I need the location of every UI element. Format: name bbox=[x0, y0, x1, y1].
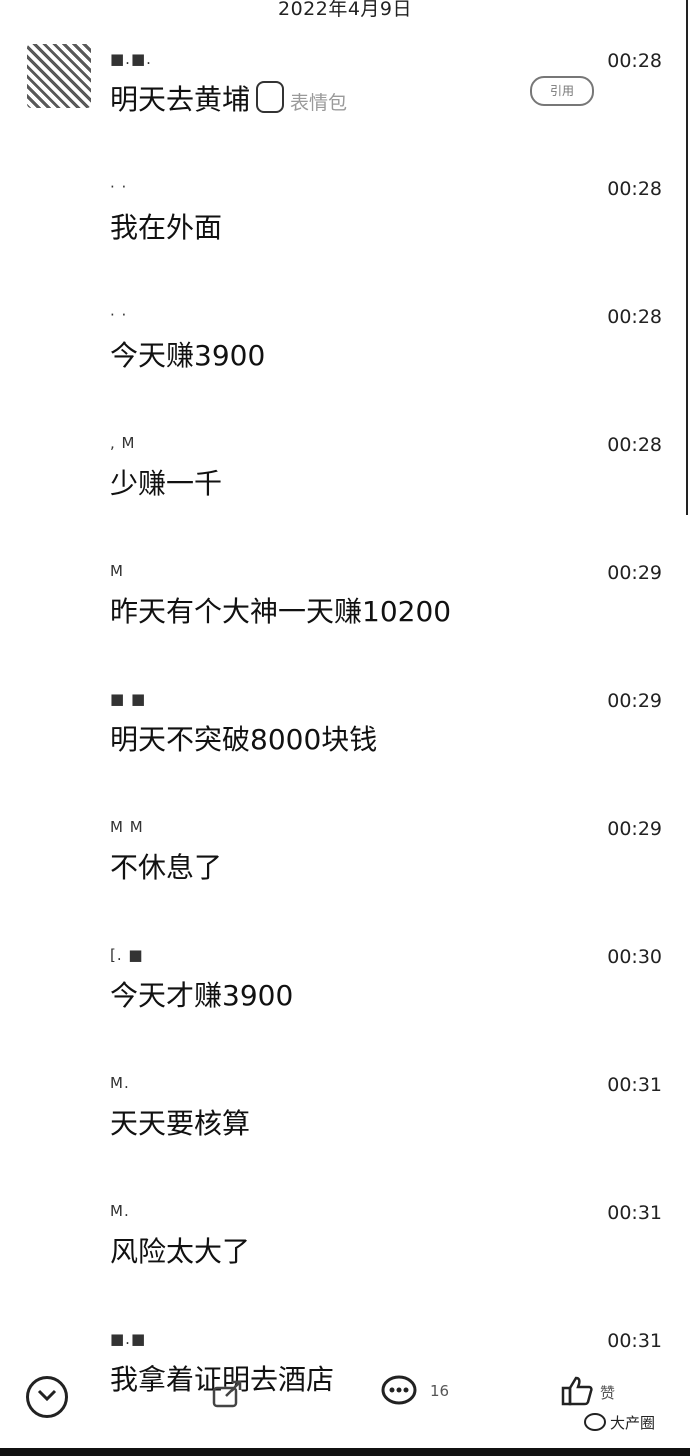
chevron-down-icon bbox=[37, 1389, 57, 1401]
sender-name: ■ ■ bbox=[110, 690, 147, 708]
sender-name: [. ■ bbox=[110, 946, 144, 964]
message-text: 天天要核算 bbox=[110, 1107, 251, 1140]
quote-button[interactable]: 引用 bbox=[530, 76, 594, 106]
sticker-icon bbox=[256, 81, 285, 113]
message-text-body: 明天去黄埔 bbox=[110, 83, 251, 116]
share-button[interactable] bbox=[210, 1378, 246, 1408]
sender-name: , M bbox=[110, 434, 136, 452]
share-icon bbox=[212, 1380, 242, 1408]
message-row: [. ■ 00:30 今天才赚3900 bbox=[0, 946, 690, 1074]
message-text: 风险太大了 bbox=[110, 1235, 251, 1268]
message-row: · · 00:28 今天赚3900 bbox=[0, 306, 690, 434]
message-row: · · 00:28 我在外面 bbox=[0, 178, 690, 306]
watermark-text: 大产圈 bbox=[610, 1414, 656, 1432]
comment-button[interactable] bbox=[380, 1374, 418, 1408]
sender-name: M M bbox=[110, 818, 144, 836]
comment-icon bbox=[381, 1375, 417, 1405]
message-row: , M 00:28 少赚一千 bbox=[0, 434, 690, 562]
sender-name: M. bbox=[110, 1074, 130, 1092]
message-text: 不休息了 bbox=[110, 851, 223, 884]
message-row: M M 00:29 不休息了 bbox=[0, 818, 690, 946]
chat-screen: 2022年4月9日 ■.■. 00:28 明天去黄埔 表情包 引用 · · 00:… bbox=[0, 0, 690, 1456]
bottom-action-bar: 16 赞 大产圈 bbox=[0, 1360, 690, 1456]
message-time: 00:28 bbox=[607, 306, 662, 328]
like-count: 赞 bbox=[600, 1384, 616, 1402]
message-time: 00:31 bbox=[607, 1330, 662, 1352]
collapse-button[interactable] bbox=[26, 1376, 68, 1418]
date-header: 2022年4月9日 bbox=[277, 0, 413, 20]
comment-count: 16 bbox=[430, 1382, 450, 1400]
message-text: 今天赚3900 bbox=[110, 339, 266, 372]
bottom-border bbox=[0, 1448, 690, 1456]
message-row: M 00:29 昨天有个大神一天赚10200 bbox=[0, 562, 690, 690]
message-time: 00:29 bbox=[607, 818, 662, 840]
wechat-icon bbox=[584, 1413, 606, 1431]
message-time: 00:31 bbox=[607, 1074, 662, 1096]
message-time: 00:28 bbox=[607, 434, 662, 456]
message-text: 少赚一千 bbox=[110, 467, 223, 500]
message-text: 我在外面 bbox=[110, 211, 223, 244]
message-time: 00:28 bbox=[607, 178, 662, 200]
like-button[interactable] bbox=[560, 1374, 594, 1408]
sender-name: · · bbox=[110, 178, 128, 196]
message-time: 00:30 bbox=[607, 946, 662, 968]
message-suffix: 表情包 bbox=[290, 92, 348, 114]
message-text: 明天不突破8000块钱 bbox=[110, 723, 378, 756]
thumbs-up-icon bbox=[561, 1376, 593, 1406]
message-time: 00:31 bbox=[607, 1202, 662, 1224]
sender-name: · · bbox=[110, 306, 128, 324]
message-row: M. 00:31 天天要核算 bbox=[0, 1074, 690, 1202]
message-time: 00:29 bbox=[607, 690, 662, 712]
sender-name: ■.■ bbox=[110, 1330, 147, 1348]
message-text: 今天才赚3900 bbox=[110, 979, 294, 1012]
message-text: 昨天有个大神一天赚10200 bbox=[110, 595, 452, 628]
sender-name: M. bbox=[110, 1202, 130, 1220]
message-row: M. 00:31 风险太大了 bbox=[0, 1202, 690, 1330]
message-time: 00:28 bbox=[607, 50, 662, 72]
watermark: 大产圈 bbox=[584, 1412, 655, 1433]
sender-name: M bbox=[110, 562, 124, 580]
message-time: 00:29 bbox=[607, 562, 662, 584]
message-text: 明天去黄埔 表情包 bbox=[110, 78, 347, 118]
message-row: ■.■. 00:28 明天去黄埔 表情包 引用 bbox=[0, 50, 690, 178]
message-row: ■ ■ 00:29 明天不突破8000块钱 bbox=[0, 690, 690, 818]
sender-name: ■.■. bbox=[110, 50, 152, 68]
